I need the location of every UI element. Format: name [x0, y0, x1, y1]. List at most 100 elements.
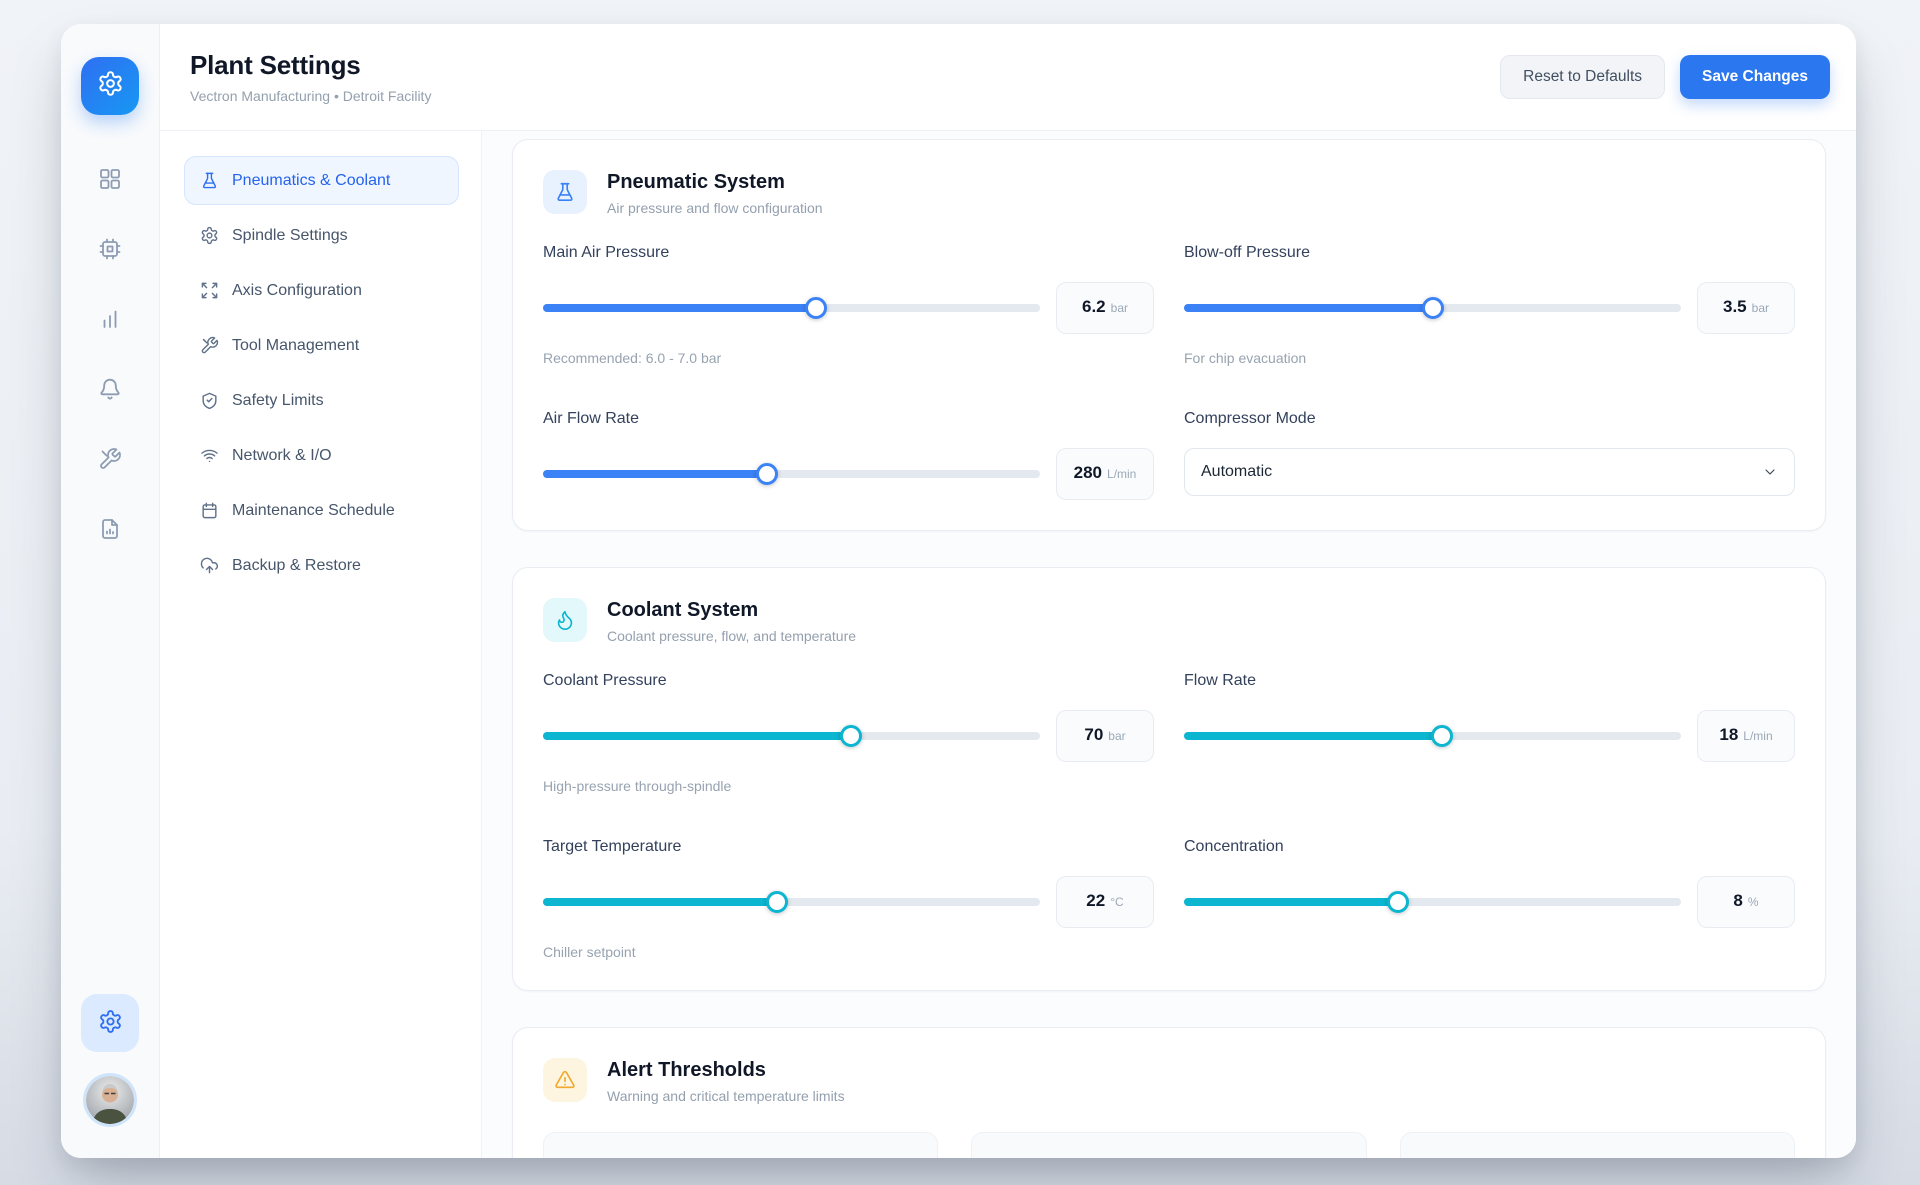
rail-item-bell[interactable] [98, 377, 122, 401]
slider-thumb[interactable] [1422, 297, 1444, 319]
field-value: 280 [1074, 463, 1102, 483]
flask-icon [1752, 1157, 1770, 1158]
page-header: Plant Settings Vectron Manufacturing • D… [160, 24, 1856, 131]
sidebar-item-label: Tool Management [232, 337, 359, 355]
select-compressor-mode[interactable]: Automatic [1184, 448, 1795, 496]
field-label: Compressor Mode [1184, 410, 1795, 428]
slider[interactable] [543, 470, 1040, 478]
sidebar-item-backup-restore[interactable]: Backup & Restore [184, 541, 459, 590]
sidebar-item-safety-limits[interactable]: Safety Limits [184, 376, 459, 425]
slider[interactable] [1184, 304, 1681, 312]
rail-bottom [81, 994, 139, 1124]
slider-fill [543, 732, 851, 740]
avatar[interactable] [86, 1076, 134, 1124]
sidebar-item-network-i-o[interactable]: Network & I/O [184, 431, 459, 480]
sidebar-item-maintenance-schedule[interactable]: Maintenance Schedule [184, 486, 459, 535]
slider[interactable] [1184, 898, 1681, 906]
field-value: 18 [1719, 725, 1738, 745]
sidebar-item-label: Pneumatics & Coolant [232, 172, 390, 190]
field-unit: L/min [1743, 729, 1772, 743]
sidebar-item-axis-configuration[interactable]: Axis Configuration [184, 266, 459, 315]
slider[interactable] [543, 898, 1040, 906]
card-title: Alert Thresholds [607, 1059, 845, 1082]
helper-text: For chip evacuation [1184, 350, 1795, 366]
expand-icon [200, 281, 219, 300]
coolant-card: Coolant SystemCoolant pressure, flow, an… [512, 567, 1826, 991]
field-air-flow-rate: Air Flow Rate280L/min [543, 410, 1154, 500]
warning-icon [543, 1058, 587, 1102]
sidebar-item-tool-management[interactable]: Tool Management [184, 321, 459, 370]
reset-to-defaults-button[interactable]: Reset to Defaults [1500, 55, 1665, 99]
save-changes-button[interactable]: Save Changes [1680, 55, 1830, 99]
tools-icon [98, 447, 122, 471]
slider[interactable] [543, 732, 1040, 740]
field-unit: bar [1752, 301, 1769, 315]
field-target-temperature: Target Temperature 22°C Chiller setpoint [543, 838, 1154, 960]
field-unit: % [1748, 895, 1759, 909]
field-label: Blow-off Pressure [1184, 244, 1795, 262]
value-box: 8% [1697, 876, 1795, 928]
field-label: Main Air Pressure [543, 244, 1154, 262]
calendar-icon [200, 501, 219, 520]
sidebar-item-pneumatics-coolant[interactable]: Pneumatics & Coolant [184, 156, 459, 205]
pneumatic-card: Pneumatic System Air pressure and flow co… [512, 139, 1826, 531]
field-blow-off-pressure: Blow-off Pressure 3.5bar For chip evacuati… [1184, 244, 1795, 366]
slider[interactable] [543, 304, 1040, 312]
rail-item-report[interactable] [98, 517, 122, 541]
gear-icon [200, 226, 219, 245]
field-value: 6.2 [1082, 297, 1106, 317]
sidebar-item-label: Spindle Settings [232, 227, 348, 245]
alert-grid: Spindle TempWarning70°CVibrationWarning3… [543, 1132, 1795, 1158]
body: Pneumatics & Coolant Spindle Settings Axis… [160, 131, 1856, 1158]
value-box: 70 bar [1056, 710, 1154, 762]
slider-thumb[interactable] [766, 891, 788, 913]
card-title: Pneumatic System [607, 171, 823, 194]
card-header: Alert Thresholds Warning and critical tem… [543, 1058, 1795, 1104]
select-value: Automatic [1201, 463, 1272, 481]
field-value: 70 [1084, 725, 1103, 745]
value-box: 280 L/min [1056, 448, 1154, 500]
field-label: Target Temperature [543, 838, 1154, 856]
sidebar-item-label: Axis Configuration [232, 282, 362, 300]
card-subtitle: Air pressure and flow configuration [607, 200, 823, 216]
rail-item-tools[interactable] [98, 447, 122, 471]
slider-thumb[interactable] [840, 725, 862, 747]
value-box: 6.2bar [1056, 282, 1154, 334]
field-unit: L/min [1107, 467, 1136, 481]
slider-thumb[interactable] [805, 297, 827, 319]
user-photo [86, 1076, 134, 1124]
helper-text: Chiller setpoint [543, 944, 1154, 960]
slider-fill [543, 304, 816, 312]
card-subtitle: Warning and critical temperature limits [607, 1088, 845, 1104]
alerts-card: Alert Thresholds Warning and critical tem… [512, 1027, 1826, 1158]
rail-settings-button[interactable] [81, 994, 139, 1052]
chevron-down-icon [1762, 464, 1778, 480]
flame-icon [895, 1157, 913, 1158]
value-box: 3.5bar [1697, 282, 1795, 334]
rail-nav [98, 167, 122, 541]
slider[interactable] [1184, 732, 1681, 740]
slider-thumb[interactable] [1387, 891, 1409, 913]
title-block: Plant Settings Vectron Manufacturing • D… [190, 50, 431, 104]
cpu-icon [98, 237, 122, 261]
rail-item-cpu[interactable] [98, 237, 122, 261]
slider-fill [1184, 304, 1433, 312]
header-actions: Reset to Defaults Save Changes [1500, 55, 1830, 99]
bell-icon [98, 377, 122, 401]
flame-icon [543, 598, 587, 642]
alert-name: Coolant Temp [1425, 1157, 1523, 1158]
slider-fill [543, 898, 777, 906]
value-box: 22°C [1056, 876, 1154, 928]
content: Pneumatic System Air pressure and flow co… [482, 131, 1856, 1158]
gear-icon [98, 1009, 123, 1037]
bars-icon [98, 307, 122, 331]
sidebar-item-spindle-settings[interactable]: Spindle Settings [184, 211, 459, 260]
app-logo[interactable] [81, 57, 139, 115]
value-box: 18 L/min [1697, 710, 1795, 762]
rail-item-grid[interactable] [98, 167, 122, 191]
rail-item-bars[interactable] [98, 307, 122, 331]
slider-thumb[interactable] [1431, 725, 1453, 747]
slider-thumb[interactable] [756, 463, 778, 485]
field-concentration: Concentration8% [1184, 838, 1795, 960]
field-unit: bar [1108, 729, 1125, 743]
